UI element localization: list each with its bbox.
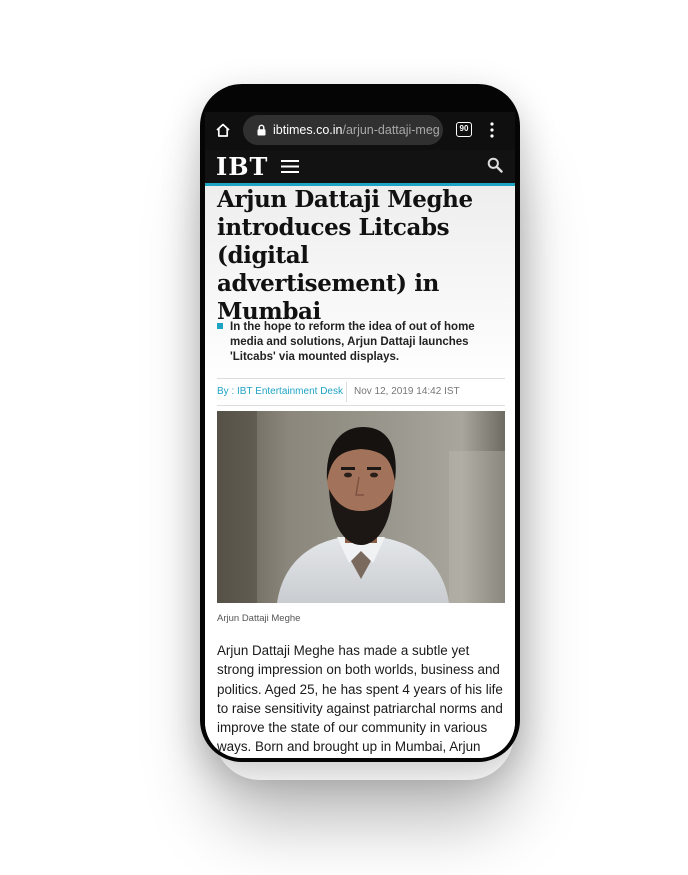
portrait-illustration bbox=[217, 411, 505, 603]
article-content: Arjun Dattaji Meghe introduces Litcabs (… bbox=[205, 186, 515, 758]
phone-frame: ibtimes.co.in/arjun-dattaji-meg 90 IBT A… bbox=[200, 84, 520, 762]
summary-bullet bbox=[217, 323, 223, 329]
article-hero-image bbox=[217, 411, 505, 603]
site-logo[interactable]: IBT bbox=[216, 151, 268, 183]
site-header: IBT bbox=[205, 150, 515, 186]
byline: By : IBT Entertainment Desk Nov 12, 2019… bbox=[217, 378, 505, 406]
publish-date: Nov 12, 2019 14:42 IST bbox=[354, 386, 460, 397]
url-text[interactable]: ibtimes.co.in/arjun-dattaji-meg bbox=[273, 115, 441, 145]
lock-icon bbox=[257, 124, 266, 136]
phone-screen: ibtimes.co.in/arjun-dattaji-meg 90 IBT A… bbox=[205, 112, 515, 758]
address-bar[interactable]: ibtimes.co.in/arjun-dattaji-meg bbox=[243, 115, 443, 145]
summary-text: In the hope to reform the idea of out of… bbox=[230, 321, 475, 363]
tabs-icon[interactable]: 90 bbox=[456, 122, 472, 137]
url-domain: ibtimes.co.in bbox=[273, 123, 343, 137]
more-vert-icon[interactable] bbox=[489, 121, 495, 139]
article-body-text: Arjun Dattaji Meghe has made a subtle ye… bbox=[217, 643, 503, 755]
search-icon[interactable] bbox=[487, 157, 503, 173]
url-path: /arjun-dattaji-meg bbox=[342, 123, 440, 137]
author-link[interactable]: By : IBT Entertainment Desk bbox=[217, 379, 343, 405]
hamburger-menu-icon[interactable] bbox=[281, 160, 299, 173]
home-icon[interactable] bbox=[215, 122, 231, 138]
browser-toolbar: ibtimes.co.in/arjun-dattaji-meg 90 bbox=[205, 112, 515, 150]
image-caption: Arjun Dattaji Meghe bbox=[217, 613, 301, 624]
article-headline: Arjun Dattaji Meghe introduces Litcabs (… bbox=[217, 186, 473, 325]
byline-divider bbox=[346, 382, 347, 402]
